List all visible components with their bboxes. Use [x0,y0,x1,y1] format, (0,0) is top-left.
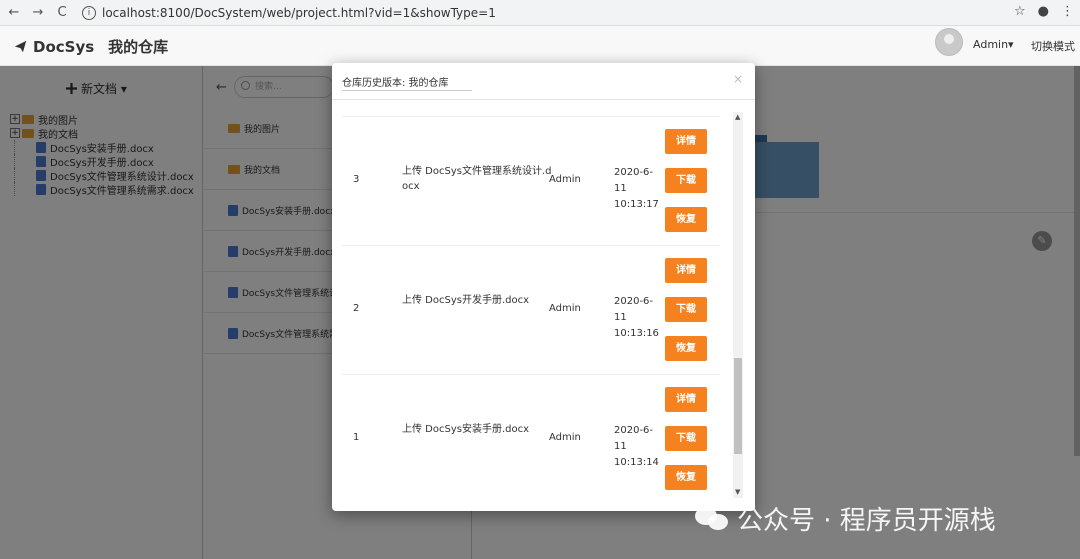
bookmark-star-icon[interactable]: ☆ [1014,4,1026,19]
url-text: localhost:8100/DocSystem/web/project.htm… [102,6,496,20]
avatar[interactable] [935,28,963,56]
watermark-text: 公众号 · 程序员开源栈 [737,506,996,536]
commit-date: 2020-6-11 [614,425,654,452]
forward-icon[interactable]: → [28,5,48,20]
scroll-down-icon[interactable]: ▼ [735,488,740,496]
address-bar[interactable]: i localhost:8100/DocSystem/web/project.h… [82,3,1012,23]
restore-button[interactable]: 恢复 [665,207,707,232]
commit-clock: 10:13:17 [614,199,659,210]
history-row: 3 上传 DocSys文件管理系统设计.docx Admin 2020-6-11… [342,116,720,245]
history-dialog: 仓库历史版本: 我的仓库 × 3 上传 DocSys文件管理系统设计.docx … [332,63,755,511]
restore-button[interactable]: 恢复 [665,465,707,490]
app-header: DocSys 我的仓库 Admin▾ 切换模式 [0,26,1080,66]
restore-button[interactable]: 恢复 [665,336,707,361]
close-icon[interactable]: × [733,72,743,86]
browser-toolbar: ← → C i localhost:8100/DocSystem/web/pro… [0,0,1080,26]
info-icon[interactable]: i [82,6,96,20]
commit-date: 2020-6-11 [614,296,654,323]
switch-mode-link[interactable]: 切换模式 [1031,38,1075,54]
dialog-title: 仓库历史版本: 我的仓库 [342,74,472,91]
commit-date: 2020-6-11 [614,167,654,194]
wechat-icon [695,505,731,533]
commit-time: 2020-6-11 10:13:14 [614,423,664,471]
reload-icon[interactable]: C [52,5,72,20]
commit-time: 2020-6-11 10:13:17 [614,165,664,213]
browser-menu-icon[interactable]: ⋮ [1061,4,1074,19]
download-button[interactable]: 下载 [665,297,707,322]
brand-name: DocSys [33,37,95,56]
download-button[interactable]: 下载 [665,168,707,193]
commit-user: Admin [549,432,581,443]
user-menu[interactable]: Admin▾ [973,38,1014,51]
back-icon[interactable]: ← [4,5,24,20]
commit-clock: 10:13:14 [614,457,659,468]
profile-icon[interactable]: ● [1038,4,1049,19]
detail-button[interactable]: 详情 [665,129,707,154]
commit-time: 2020-6-11 10:13:16 [614,294,664,342]
repo-name: 我的仓库 [108,38,169,56]
watermark: 公众号 · 程序员开源栈 [695,500,996,537]
commit-clock: 10:13:16 [614,328,659,339]
commit-message: 上传 DocSys文件管理系统设计.docx [402,166,552,192]
detail-button[interactable]: 详情 [665,387,707,412]
version-number: 1 [353,432,360,443]
brand[interactable]: DocSys 我的仓库 [14,36,168,57]
commit-message: 上传 DocSys安装手册.docx [402,424,530,435]
scroll-up-icon[interactable]: ▲ [735,113,740,121]
paper-plane-icon [14,40,27,53]
detail-button[interactable]: 详情 [665,258,707,283]
commit-message: 上传 DocSys开发手册.docx [402,295,530,306]
divider [332,99,755,100]
version-number: 2 [353,303,360,314]
commit-user: Admin [549,174,581,185]
dialog-scrollbar-thumb[interactable] [734,358,742,454]
history-row: 2 上传 DocSys开发手册.docx Admin 2020-6-11 10:1… [342,245,720,374]
commit-user: Admin [549,303,581,314]
download-button[interactable]: 下载 [665,426,707,451]
history-list: 3 上传 DocSys文件管理系统设计.docx Admin 2020-6-11… [332,116,732,503]
version-number: 3 [353,174,360,185]
history-row: 1 上传 DocSys安装手册.docx Admin 2020-6-11 10:1… [342,374,720,503]
